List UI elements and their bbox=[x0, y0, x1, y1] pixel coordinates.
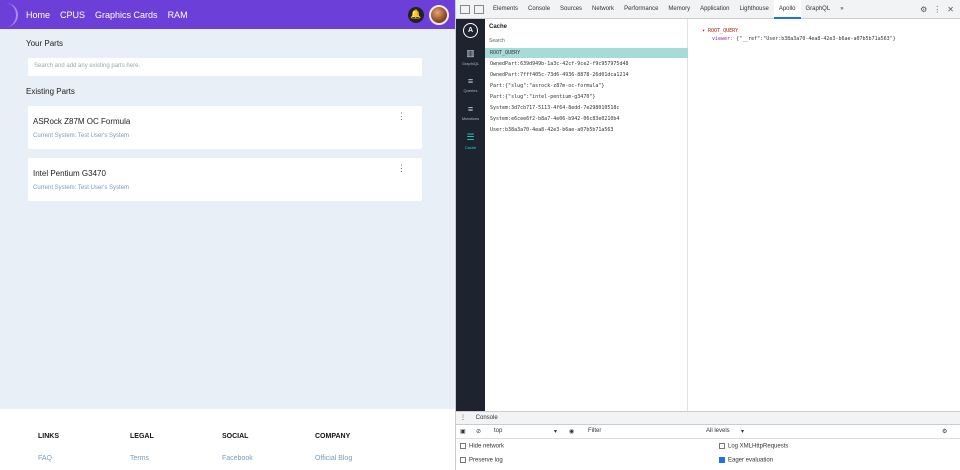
your-parts-title: Your Parts bbox=[26, 39, 64, 48]
part-system: Current System: Test User's System bbox=[33, 185, 130, 191]
list-icon: ≡ bbox=[467, 76, 474, 86]
parts-search-input[interactable]: Search and add any existing parts here. bbox=[28, 58, 422, 76]
footer-heading: SOCIAL bbox=[222, 433, 249, 440]
cache-entry[interactable]: System:e6cee6f2-b8a7-4e06-b942-06c83e021… bbox=[485, 114, 688, 124]
devtools-tab-bar: Elements Console Sources Network Perform… bbox=[456, 0, 960, 19]
part-name: Intel Pentium G3470 bbox=[33, 169, 106, 178]
chevron-down-icon[interactable]: ▾ bbox=[741, 428, 744, 435]
checkbox-checked[interactable] bbox=[719, 457, 725, 463]
tab-lighthouse[interactable]: Lighthouse bbox=[734, 0, 773, 19]
cache-entry[interactable]: ROOT_QUERY bbox=[485, 48, 688, 58]
existing-parts-title: Existing Parts bbox=[26, 87, 75, 96]
cache-entry[interactable]: Part:{"slug":"asrock-z87m-oc-formula"} bbox=[485, 81, 688, 91]
cache-entry[interactable]: System:3d7cb717-5113-4f64-8edd-7e2980105… bbox=[485, 103, 688, 113]
console-filter-input[interactable]: Filter bbox=[588, 428, 601, 434]
checkbox[interactable] bbox=[719, 443, 725, 449]
tab-performance[interactable]: Performance bbox=[619, 0, 663, 19]
clear-console-icon[interactable]: ⊘ bbox=[476, 428, 481, 435]
tab-sources[interactable]: Sources bbox=[555, 0, 587, 19]
console-drawer: ⋮ Console ▣ ⊘ top ▾ ◉ Filter All levels … bbox=[456, 411, 960, 470]
option-preserve-log[interactable]: Preserve log bbox=[460, 457, 503, 464]
cache-title: Cache bbox=[489, 24, 508, 30]
footer-link-official-blog[interactable]: Official Blog bbox=[315, 455, 352, 462]
context-select[interactable]: top bbox=[494, 428, 502, 434]
screen: Home CPUS Graphics Cards RAM 🔔 Your Part… bbox=[0, 0, 960, 470]
sidebar-toggle-icon[interactable]: ▣ bbox=[460, 428, 466, 435]
nav-link-ram[interactable]: RAM bbox=[168, 10, 188, 20]
apollo-logo-icon: A bbox=[463, 23, 478, 38]
user-avatar[interactable] bbox=[429, 4, 449, 25]
close-icon[interactable]: ✕ bbox=[947, 5, 954, 14]
notification-bell-icon[interactable]: 🔔 bbox=[408, 6, 424, 23]
console-toolbar: ▣ ⊘ top ▾ ◉ Filter All levels ▾ ⚙ bbox=[456, 425, 960, 439]
devtools-panel: Elements Console Sources Network Perform… bbox=[455, 0, 960, 470]
part-system: Current System: Test User's System bbox=[33, 133, 130, 139]
footer-link-terms[interactable]: Terms bbox=[130, 455, 154, 462]
site-footer: LINKS FAQ LEGAL Terms SOCIAL Facebook CO… bbox=[0, 409, 455, 470]
tab-network[interactable]: Network bbox=[587, 0, 619, 19]
part-card[interactable]: ASRock Z87M OC Formula Current System: T… bbox=[28, 106, 422, 149]
cache-entry[interactable]: OwnedPart:7fff405c-73d6-4936-8878-26d01d… bbox=[485, 70, 688, 80]
more-options-icon[interactable]: ⋮ bbox=[397, 112, 406, 121]
kebab-menu-icon[interactable]: ⋮ bbox=[460, 415, 466, 421]
apollo-sidebar: A ▥ GraphiQL ≡ Queries ≡ Mutations ☰ Cac… bbox=[456, 19, 485, 411]
footer-link-faq[interactable]: FAQ bbox=[38, 455, 59, 462]
cache-entry[interactable]: Part:{"slug":"intel-pentium-g3470"} bbox=[485, 92, 688, 102]
footer-column-legal: LEGAL Terms bbox=[130, 433, 154, 462]
checkbox[interactable] bbox=[460, 457, 466, 463]
option-eager-evaluation[interactable]: Eager evaluation bbox=[719, 457, 773, 464]
rail-item-graphiql[interactable]: ▥ GraphiQL bbox=[456, 48, 485, 66]
console-drawer-header: ⋮ Console bbox=[456, 412, 960, 425]
nav-link-cpus[interactable]: CPUS bbox=[60, 10, 85, 20]
footer-link-facebook[interactable]: Facebook bbox=[222, 455, 253, 462]
footer-column-social: SOCIAL Facebook bbox=[222, 433, 253, 462]
tab-apollo[interactable]: Apollo bbox=[773, 0, 801, 19]
viewer-field: viewer: {"__ref":"User:b38a3a70-4ea8-42e… bbox=[712, 36, 896, 42]
footer-heading: LEGAL bbox=[130, 433, 154, 440]
eye-icon[interactable]: ◉ bbox=[569, 428, 574, 435]
root-query-key[interactable]: ▾ ROOT_QUERY bbox=[702, 28, 738, 34]
option-log-xmlhttprequests[interactable]: Log XMLHttpRequests bbox=[719, 443, 788, 450]
tab-memory[interactable]: Memory bbox=[663, 0, 695, 19]
cache-detail-panel: ▾ ROOT_QUERY viewer: {"__ref":"User:b38a… bbox=[688, 19, 960, 411]
list-icon: ≡ bbox=[467, 104, 474, 114]
device-toggle-icon[interactable] bbox=[474, 4, 484, 14]
option-hide-network[interactable]: Hide network bbox=[460, 443, 504, 450]
gear-icon[interactable]: ⚙ bbox=[942, 428, 947, 435]
part-card[interactable]: Intel Pentium G3470 Current System: Test… bbox=[28, 158, 422, 201]
nav-link-home[interactable]: Home bbox=[26, 10, 50, 20]
checkbox[interactable] bbox=[460, 443, 466, 449]
tab-application[interactable]: Application bbox=[695, 0, 734, 19]
tab-console[interactable]: Console bbox=[523, 0, 555, 19]
rail-item-queries[interactable]: ≡ Queries bbox=[456, 76, 485, 93]
cache-entry[interactable]: OwnedPart:639d949b-1a3c-42cf-9ce2-f9c957… bbox=[485, 59, 688, 69]
tab-elements[interactable]: Elements bbox=[488, 0, 523, 19]
rail-item-cache[interactable]: ☰ Cache bbox=[456, 132, 485, 150]
footer-column-company: COMPANY Official Blog bbox=[315, 433, 352, 462]
footer-heading: LINKS bbox=[38, 433, 59, 440]
cache-entry[interactable]: User:b38a3a70-4ea8-42e3-b6ae-a07b5b71a56… bbox=[485, 125, 688, 135]
more-tabs-icon[interactable]: » bbox=[835, 0, 848, 19]
part-name: ASRock Z87M OC Formula bbox=[33, 117, 131, 126]
console-drawer-tab[interactable]: Console bbox=[476, 415, 498, 421]
rail-item-mutations[interactable]: ≡ Mutations bbox=[456, 104, 485, 121]
footer-heading: COMPANY bbox=[315, 433, 351, 440]
brand-logo[interactable] bbox=[6, 2, 18, 27]
book-icon: ▥ bbox=[466, 48, 475, 58]
chevron-down-icon[interactable]: ▾ bbox=[554, 428, 557, 435]
gear-icon[interactable]: ⚙ bbox=[920, 5, 927, 14]
footer-column-links: LINKS FAQ bbox=[38, 433, 59, 462]
cache-search-input[interactable]: Search bbox=[489, 38, 684, 47]
nav-link-graphics-cards[interactable]: Graphics Cards bbox=[95, 10, 158, 20]
top-navbar: Home CPUS Graphics Cards RAM 🔔 bbox=[0, 0, 455, 29]
inspect-element-icon[interactable] bbox=[460, 4, 470, 14]
cache-list-panel: Cache Search ROOT_QUERY OwnedPart:639d94… bbox=[485, 19, 688, 411]
tab-graphql[interactable]: GraphQL bbox=[801, 0, 836, 19]
web-app: Home CPUS Graphics Cards RAM 🔔 Your Part… bbox=[0, 0, 455, 470]
log-levels-select[interactable]: All levels bbox=[706, 428, 730, 434]
database-icon: ☰ bbox=[466, 132, 475, 142]
more-options-icon[interactable]: ⋮ bbox=[397, 164, 406, 173]
kebab-menu-icon[interactable]: ⋮ bbox=[933, 5, 941, 14]
